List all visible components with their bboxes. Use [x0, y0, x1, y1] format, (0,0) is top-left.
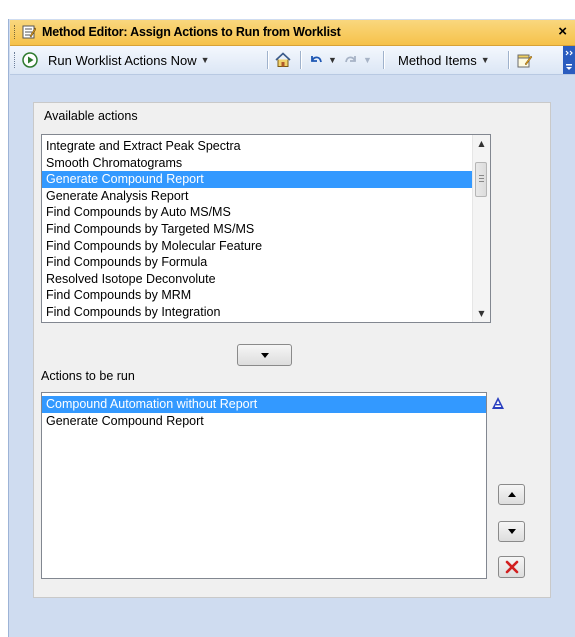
- list-item[interactable]: Find Compounds by Auto MS/MS: [42, 204, 473, 221]
- run-worklist-actions-button[interactable]: Run Worklist Actions Now ▼: [22, 50, 210, 70]
- move-up-button[interactable]: [498, 484, 525, 505]
- title-bar: Method Editor: Assign Actions to Run fro…: [10, 20, 575, 46]
- move-down-button[interactable]: [498, 521, 525, 542]
- list-item[interactable]: Find Compounds by Formula: [42, 254, 473, 271]
- list-item[interactable]: Generate Compound Report: [42, 413, 486, 430]
- list-item[interactable]: Find Compounds by MRM: [42, 287, 473, 304]
- toolbar-separator: [267, 51, 269, 69]
- arrow-up-icon: [507, 492, 516, 497]
- home-icon: [275, 52, 291, 67]
- overflow-icon: [565, 50, 573, 70]
- available-actions-list[interactable]: Integrate and Extract Peak Spectra Smooth…: [41, 134, 491, 323]
- scroll-thumb[interactable]: [475, 162, 487, 197]
- toolbar-separator: [300, 51, 302, 69]
- list-item[interactable]: Smooth Chromatograms: [42, 155, 473, 172]
- list-item[interactable]: Find Compounds by Molecular Feature: [42, 238, 473, 255]
- window-title: Method Editor: Assign Actions to Run fro…: [42, 25, 341, 39]
- notes-icon: [517, 54, 533, 67]
- delete-x-icon: [505, 560, 518, 574]
- notes-button[interactable]: [516, 50, 533, 70]
- remove-action-button[interactable]: [498, 556, 525, 578]
- actions-to-run-list[interactable]: Compound Automation without Report Genera…: [41, 392, 487, 579]
- move-down-to-run-button[interactable]: [237, 344, 292, 366]
- run-worklist-actions-label: Run Worklist Actions Now: [48, 52, 197, 68]
- list-item[interactable]: Resolved Isotope Deconvolute: [42, 271, 473, 288]
- scroll-down-icon[interactable]: ▼: [473, 305, 490, 322]
- actions-to-be-run-label: Actions to be run: [41, 369, 135, 383]
- available-actions-label: Available actions: [44, 109, 138, 123]
- toolbar-separator: [383, 51, 385, 69]
- scroll-up-icon[interactable]: ▲: [473, 135, 490, 152]
- dropdown-arrow-icon[interactable]: ▼: [363, 55, 372, 65]
- list-item[interactable]: Find Compounds by Targeted MS/MS: [42, 221, 473, 238]
- list-item[interactable]: Find Compounds by Integration: [42, 304, 473, 321]
- toolbar-overflow-button[interactable]: [563, 46, 575, 74]
- dropdown-arrow-icon[interactable]: ▼: [328, 55, 337, 65]
- redo-button[interactable]: ▼: [343, 50, 372, 70]
- play-icon: [22, 52, 38, 68]
- list-item[interactable]: Generate Compound Report: [42, 171, 473, 188]
- dropdown-arrow-icon[interactable]: ▼: [201, 55, 210, 65]
- list-item[interactable]: Integrate and Extract Peak Spectra: [42, 138, 473, 155]
- list-item[interactable]: Compound Automation without Report: [42, 396, 486, 413]
- compound-automation-icon: [492, 397, 504, 409]
- dropdown-arrow-icon[interactable]: ▼: [481, 55, 490, 65]
- toolbar: Run Worklist Actions Now ▼ ▼ ▼ Method It…: [10, 46, 575, 75]
- list-item[interactable]: Generate Analysis Report: [42, 188, 473, 205]
- undo-button[interactable]: ▼: [308, 50, 337, 70]
- toolbar-grip[interactable]: [14, 52, 17, 68]
- grip-handle[interactable]: [14, 25, 17, 39]
- arrow-down-icon: [507, 529, 516, 534]
- available-actions-scrollbar[interactable]: ▲ ▼: [472, 135, 490, 322]
- method-editor-icon: [22, 25, 36, 39]
- toolbar-separator: [508, 51, 510, 69]
- close-button[interactable]: ×: [558, 23, 567, 40]
- redo-icon: [345, 56, 356, 63]
- method-items-button[interactable]: Method Items ▼: [398, 50, 490, 70]
- arrow-down-icon: [260, 352, 269, 358]
- method-items-label: Method Items: [398, 52, 477, 68]
- home-button[interactable]: [274, 50, 292, 70]
- undo-icon: [311, 56, 322, 63]
